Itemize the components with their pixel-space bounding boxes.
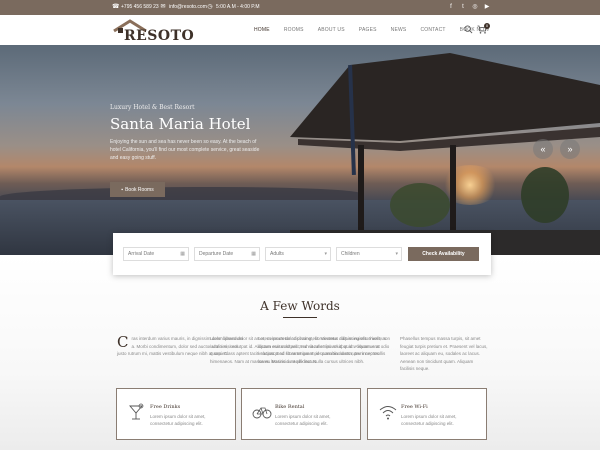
- calendar-icon: ▦: [180, 251, 185, 257]
- chevron-down-icon: ▾: [324, 251, 327, 257]
- opening-hours: ◷ 5:00 A.M - 4:00 P.M: [207, 4, 260, 10]
- youtube-icon[interactable]: ▶: [484, 4, 490, 10]
- feature-card-wifi[interactable]: Free Wi-Fi Lorem ipsum dolor sit amet, c…: [367, 388, 487, 440]
- hero-description: Enjoying the sun and sea has never been …: [110, 139, 260, 161]
- instagram-icon[interactable]: ◎: [472, 4, 478, 10]
- email-text: info@resoto.com: [169, 4, 207, 10]
- feature-card-drinks[interactable]: Free Drinks Lorem ipsum dolor sit amet, …: [116, 388, 236, 440]
- about-text-3: Lorem ipsum dolor sit amet, consectetur …: [210, 336, 390, 364]
- feature-title: Free Drinks: [150, 404, 181, 410]
- nav-about-us[interactable]: ABOUT US: [318, 27, 345, 33]
- book-rooms-label: Book Rooms: [125, 186, 154, 193]
- section-title: A Few Words: [260, 299, 340, 313]
- feature-card-bike[interactable]: Bike Rental Lorem ipsum dolor sit amet, …: [241, 388, 361, 440]
- booking-form: Arrival Date ▦ Departure Date ▦ Adults ▾…: [113, 233, 491, 275]
- hours-text: 5:00 A.M - 4:00 P.M: [216, 4, 260, 10]
- phone-contact[interactable]: ☎ +795 456 589 23: [112, 4, 159, 10]
- email-contact[interactable]: ✉ info@resoto.com: [160, 4, 207, 10]
- children-select[interactable]: Children ▾: [336, 247, 402, 261]
- facebook-icon[interactable]: f: [448, 4, 454, 10]
- main-header: RESOTO HOME ROOMS ABOUT US PAGES NEWS CO…: [0, 15, 600, 45]
- adults-select[interactable]: Adults ▾: [265, 247, 331, 261]
- title-divider: [283, 317, 317, 318]
- social-links: f t ◎ ▶: [448, 4, 490, 10]
- nav-news[interactable]: NEWS: [391, 27, 407, 33]
- departure-date-field[interactable]: Departure Date ▦: [194, 247, 260, 261]
- cart-count-badge: 0: [484, 23, 490, 29]
- departure-date-placeholder: Departure Date: [199, 251, 234, 257]
- arrival-date-placeholder: Arrival Date: [128, 251, 155, 257]
- hero-subtitle: Luxury Hotel & Best Resort: [110, 104, 195, 111]
- feature-description: Lorem ipsum dolor sit amet, consectetur …: [275, 414, 331, 426]
- nav-contact[interactable]: CONTACT: [420, 27, 445, 33]
- nav-home[interactable]: HOME: [254, 27, 270, 33]
- slider-prev-button[interactable]: «: [533, 139, 553, 159]
- phone-text: +795 456 589 23: [121, 4, 159, 10]
- top-bar: ☎ +795 456 589 23 ✉ info@resoto.com ◷ 5:…: [0, 0, 600, 15]
- book-rooms-button[interactable]: ▪ Book Rooms: [110, 182, 165, 197]
- feature-description: Lorem ipsum dolor sit amet, consectetur …: [401, 414, 457, 426]
- slider-next-button[interactable]: »: [560, 139, 580, 159]
- about-text-4: Phasellus tempus massa turpis, sit amet …: [400, 336, 488, 371]
- search-icon[interactable]: [464, 25, 473, 34]
- about-column-4: Phasellus tempus massa turpis, sit amet …: [400, 335, 488, 373]
- mail-icon: ✉: [160, 4, 166, 10]
- arrival-date-field[interactable]: Arrival Date ▦: [123, 247, 189, 261]
- adults-label: Adults: [270, 251, 284, 257]
- chevron-down-icon: ▾: [395, 251, 398, 257]
- wifi-icon: [379, 406, 397, 420]
- cocktail-icon: [129, 403, 144, 420]
- feature-description: Lorem ipsum dolor sit amet, consectetur …: [150, 414, 206, 426]
- gazebo-image: [290, 53, 600, 255]
- hero-title: Santa Maria Hotel: [110, 115, 251, 133]
- calendar-icon: ▦: [251, 251, 256, 257]
- logo[interactable]: RESOTO: [112, 19, 195, 44]
- children-label: Children: [341, 251, 360, 257]
- check-availability-button[interactable]: Check Availability: [408, 247, 479, 261]
- twitter-icon[interactable]: t: [460, 4, 466, 10]
- feature-title: Bike Rental: [275, 404, 305, 410]
- clock-icon: ◷: [207, 4, 213, 10]
- hero-slider: Luxury Hotel & Best Resort Santa Maria H…: [0, 45, 600, 255]
- nav-rooms[interactable]: ROOMS: [284, 27, 304, 33]
- about-column-3: Lorem ipsum dolor sit amet, consectetur …: [210, 335, 390, 365]
- logo-text: RESOTO: [124, 28, 195, 44]
- book-bullet-icon: ▪: [121, 186, 124, 193]
- feature-title: Free Wi-Fi: [401, 404, 428, 410]
- bicycle-icon: [252, 407, 272, 419]
- nav-pages[interactable]: PAGES: [359, 27, 377, 33]
- dropcap-letter: C: [117, 333, 129, 351]
- phone-icon: ☎: [112, 4, 120, 10]
